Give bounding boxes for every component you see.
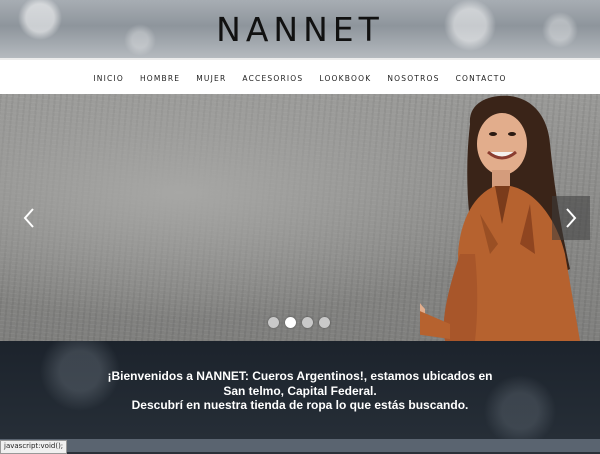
- welcome-line-3: Descubrí en nuestra tienda de ropa lo qu…: [131, 398, 469, 412]
- site-header: NANNET: [0, 0, 600, 58]
- slider-next-button[interactable]: [552, 196, 590, 240]
- slider-dot-3[interactable]: [302, 317, 313, 328]
- main-nav: INICIO HOMBRE MUJER ACCESORIOS LOOKBOOK …: [0, 58, 600, 96]
- footer-strip: [0, 439, 600, 452]
- welcome-line-2: San telmo, Capital Federal.: [223, 383, 377, 398]
- welcome-line-1: ¡Bienvenidos a NANNET: Cueros Argentinos…: [107, 369, 493, 383]
- nav-item-inicio[interactable]: INICIO: [93, 74, 124, 83]
- nav-item-lookbook[interactable]: LOOKBOOK: [319, 74, 371, 83]
- site-logo[interactable]: NANNET: [0, 10, 600, 49]
- slider-prev-button[interactable]: [10, 196, 48, 240]
- welcome-section: ¡Bienvenidos a NANNET: Cueros Argentinos…: [0, 341, 600, 439]
- slider-dot-1[interactable]: [268, 317, 279, 328]
- slider-pagination: [268, 317, 330, 328]
- nav-item-contacto[interactable]: CONTACTO: [456, 74, 507, 83]
- nav-item-nosotros[interactable]: NOSOTROS: [387, 74, 439, 83]
- welcome-message: ¡Bienvenidos a NANNET: Cueros Argentinos…: [100, 369, 500, 413]
- slider-dot-4[interactable]: [319, 317, 330, 328]
- hero-slider: [0, 94, 600, 341]
- nav-item-accesorios[interactable]: ACCESORIOS: [242, 74, 303, 83]
- nav-item-mujer[interactable]: MUJER: [196, 74, 226, 83]
- chevron-left-icon: [23, 208, 34, 228]
- slider-dot-2[interactable]: [285, 317, 296, 328]
- nav-item-hombre[interactable]: HOMBRE: [140, 74, 180, 83]
- chevron-right-icon: [566, 208, 577, 228]
